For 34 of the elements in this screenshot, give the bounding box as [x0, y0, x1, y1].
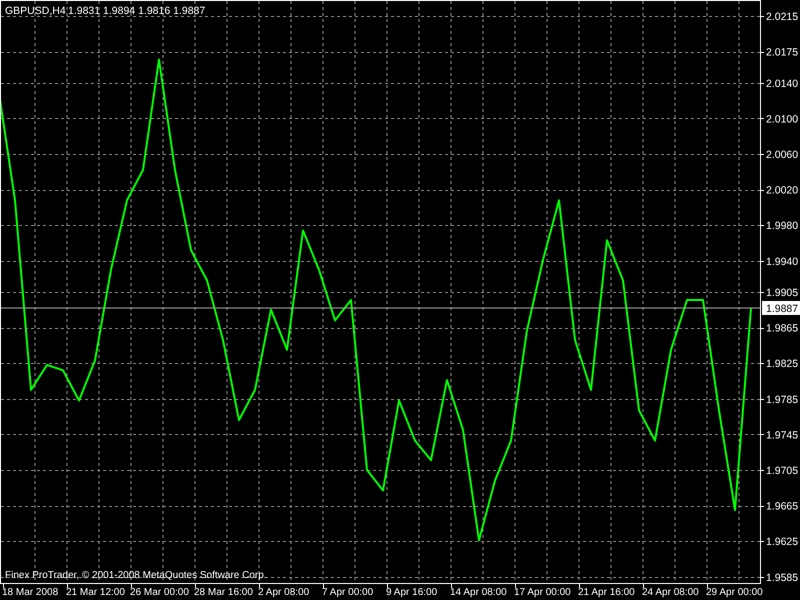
copyright-text: Finex ProTrader, © 2001-2008 MetaQuotes Software Corp. — [5, 570, 267, 581]
y-axis-label: 1.9705 — [766, 464, 798, 477]
y-axis-label: 1.9940 — [766, 256, 798, 268]
x-axis-label: 18 Mar 2008 — [2, 587, 58, 598]
y-axis-label: 2.0140 — [766, 78, 798, 90]
y-axis-label: 1.9865 — [766, 322, 798, 335]
x-axis-label: 2 Apr 08:00 — [258, 587, 310, 598]
y-axis-label: 2.0175 — [766, 46, 798, 59]
y-axis-label: 2.0215 — [766, 11, 798, 24]
y-axis-label: 1.9785 — [766, 394, 798, 406]
y-axis-label: 1.9745 — [766, 429, 798, 442]
x-axis-label: 29 Apr 00:00 — [706, 587, 763, 598]
ref-line-label: 1.9887 — [766, 302, 798, 315]
price-quote: 1.9831 1.9894 1.9816 1.9887 — [68, 5, 206, 17]
x-axis-label: 26 Mar 00:00 — [130, 587, 189, 598]
y-axis-label: 1.9905 — [766, 286, 798, 299]
y-axis-label: 1.9980 — [766, 220, 798, 232]
x-axis-label: 9 Apr 16:00 — [386, 587, 438, 598]
x-axis-label: 21 Apr 16:00 — [578, 587, 635, 598]
x-axis-label: 17 Apr 00:00 — [514, 587, 571, 598]
y-axis-label: 2.0020 — [766, 184, 798, 197]
y-axis-label: 2.0060 — [766, 148, 798, 161]
x-axis-label: 24 Apr 08:00 — [642, 587, 699, 598]
y-axis-label: 1.9665 — [766, 500, 798, 513]
y-axis-label: 1.9585 — [766, 572, 798, 584]
y-axis-label: 1.9625 — [766, 536, 798, 548]
x-axis-label: 28 Mar 16:00 — [194, 587, 253, 598]
x-axis-label: 14 Apr 08:00 — [450, 587, 507, 598]
current-price-label: 1.9887 — [762, 300, 800, 315]
x-axis-label: 21 Mar 12:00 — [66, 587, 125, 598]
y-axis-label: 2.0100 — [766, 113, 798, 126]
x-axis-label: 7 Apr 00:00 — [322, 587, 374, 598]
y-axis-label: 1.9825 — [766, 358, 798, 370]
chart-title: GBPUSD,H4 — [5, 5, 66, 17]
